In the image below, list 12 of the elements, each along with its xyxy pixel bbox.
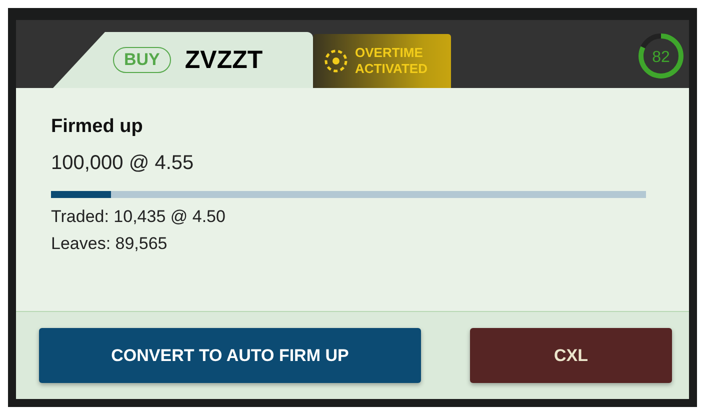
convert-button[interactable]: CONVERT TO AUTO FIRM UP [39,328,421,383]
order-quantity-price: 100,000 @ 4.55 [51,152,195,175]
side-badge: BUY [113,47,171,73]
overtime-text: OVERTIME ACTIVATED [355,45,428,77]
target-icon [323,48,349,74]
leaves-text: Leaves: 89,565 [51,234,168,254]
symbol: ZVZZT [184,46,263,74]
status-title: Firmed up [51,116,144,138]
order-tab[interactable]: BUY ZVZZT [53,32,313,88]
traded-text: Traded: 10,435 @ 4.50 [51,207,226,227]
cancel-button[interactable]: CXL [470,328,672,383]
score-gauge: 82 [637,32,685,80]
